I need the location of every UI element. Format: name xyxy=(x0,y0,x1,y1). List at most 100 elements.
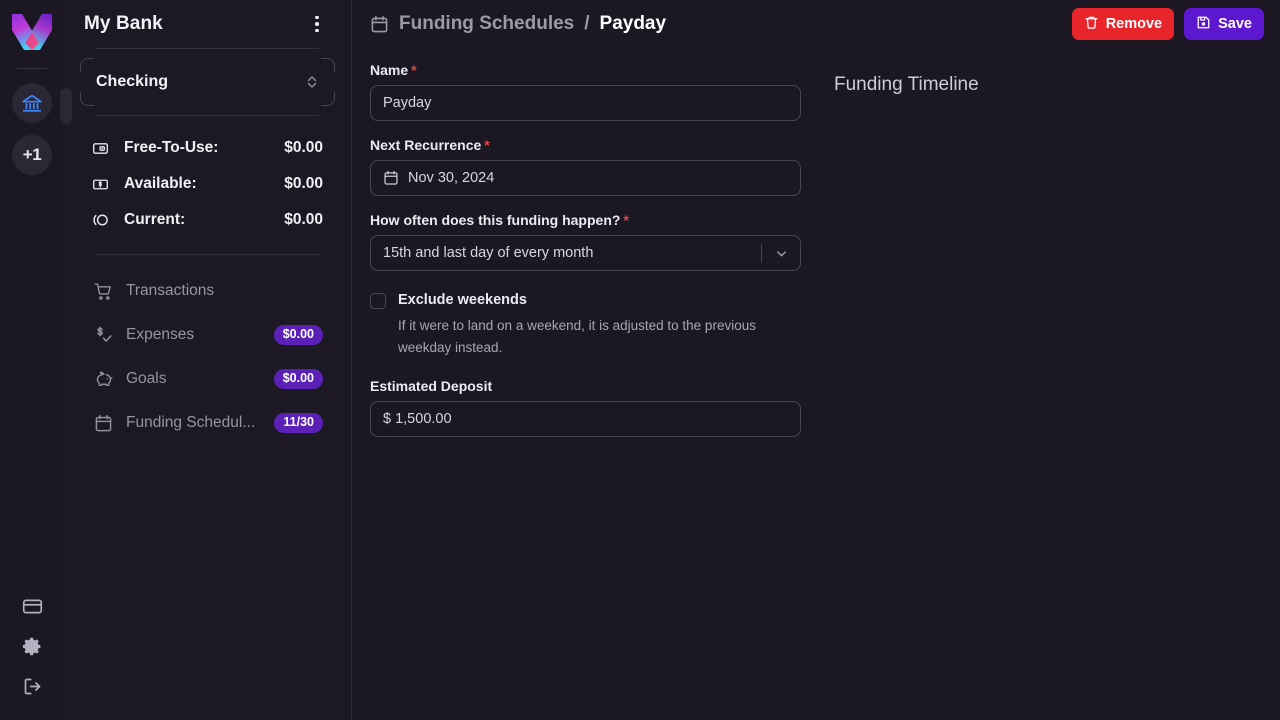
expenses-icon xyxy=(92,326,114,345)
name-input[interactable]: Payday xyxy=(370,85,801,121)
available-icon xyxy=(92,176,114,193)
piggy-bank-icon xyxy=(92,370,114,389)
funding-timeline-panel: Funding Timeline xyxy=(822,62,1280,720)
name-input-value: Payday xyxy=(383,95,432,111)
sidebar-item-badge: $0.00 xyxy=(273,369,323,389)
frequency-select-value: 15th and last day of every month xyxy=(383,245,594,261)
sidebar-item-label: Funding Schedul... xyxy=(126,414,256,431)
next-recurrence-input[interactable]: Nov 30, 2024 xyxy=(370,160,801,196)
chevron-down-icon[interactable] xyxy=(762,246,800,261)
next-recurrence-value: Nov 30, 2024 xyxy=(408,170,495,186)
sidebar-divider-top xyxy=(96,48,319,49)
frequency-label-text: How often does this funding happen? xyxy=(370,212,621,228)
balance-label: Available: xyxy=(124,175,197,192)
field-estimated-deposit: Estimated Deposit $ 1,500.00 xyxy=(370,378,804,437)
gear-icon xyxy=(22,637,40,655)
estimated-deposit-value: $ 1,500.00 xyxy=(383,410,452,427)
credit-card-button[interactable] xyxy=(12,586,52,626)
breadcrumb-calendar-icon xyxy=(370,15,389,34)
balance-label: Current: xyxy=(124,211,186,228)
credit-card-icon xyxy=(22,599,42,613)
settings-button[interactable] xyxy=(12,626,52,666)
account-sidebar: My Bank Checking Free-To-Use: $0.00 Avai… xyxy=(64,0,352,720)
icon-rail: +1 xyxy=(0,0,72,720)
breadcrumb-parent-link[interactable]: Funding Schedules xyxy=(399,13,574,35)
balance-label: Free-To-Use: xyxy=(124,139,219,156)
required-asterisk: * xyxy=(484,137,490,153)
shopping-cart-icon xyxy=(92,282,114,301)
app-logo-icon xyxy=(12,14,52,50)
exclude-weekends-row: Exclude weekends If it were to land on a… xyxy=(370,291,804,360)
balance-row-available: Available: $0.00 xyxy=(92,166,323,202)
field-name: Name * Payday xyxy=(370,62,804,121)
rail-divider xyxy=(17,68,47,69)
kebab-dot xyxy=(315,22,319,26)
current-icon xyxy=(92,211,114,229)
calendar-icon xyxy=(92,414,114,433)
breadcrumb: Funding Schedules / Payday xyxy=(370,13,666,35)
funding-timeline-title: Funding Timeline xyxy=(834,74,979,95)
sidebar-item-label: Goals xyxy=(126,370,167,387)
corner-bracket xyxy=(80,92,94,106)
sidebar-item-badge: 11/30 xyxy=(274,413,323,433)
sidebar-item-label: Expenses xyxy=(126,326,195,343)
funding-schedule-form: Name * Payday Next Recurrence * Nov 30, … xyxy=(352,62,822,720)
exclude-weekends-description: If it were to land on a weekend, it is a… xyxy=(398,317,756,356)
save-disk-icon xyxy=(1196,15,1211,34)
required-asterisk: * xyxy=(411,62,417,78)
required-asterisk: * xyxy=(623,212,629,228)
account-selector[interactable]: Checking xyxy=(80,58,335,106)
top-bar-actions: Remove Save xyxy=(1071,8,1264,40)
bank-icon xyxy=(22,94,42,112)
kebab-dot xyxy=(315,15,319,20)
corner-bracket xyxy=(321,58,335,72)
sidebar-item-badge: $0.00 xyxy=(273,325,323,345)
page-title: Payday xyxy=(599,13,667,34)
app-root: +1 My Bank Checking Free-To-Use: $0.00 A… xyxy=(0,0,1280,720)
kebab-menu-icon[interactable] xyxy=(303,10,331,38)
name-label: Name * xyxy=(370,62,804,78)
balance-amount: $0.00 xyxy=(284,139,323,156)
account-selector-value: Checking xyxy=(96,73,169,90)
logout-icon xyxy=(24,678,40,694)
logout-button[interactable] xyxy=(12,666,52,706)
trash-icon xyxy=(1084,15,1099,34)
field-next-recurrence: Next Recurrence * Nov 30, 2024 xyxy=(370,137,804,196)
next-recurrence-label: Next Recurrence * xyxy=(370,137,804,153)
rail-account-bank[interactable] xyxy=(12,83,52,123)
active-account-indicator xyxy=(60,88,72,124)
rail-add-account[interactable]: +1 xyxy=(12,135,52,175)
balance-list: Free-To-Use: $0.00 Available: $0.00 Curr… xyxy=(80,116,335,246)
rail-bottom-group xyxy=(12,586,52,720)
sidebar-item-label: Transactions xyxy=(126,282,215,299)
balance-row-free-to-use: Free-To-Use: $0.00 xyxy=(92,130,323,166)
sidebar-item-goals[interactable]: Goals $0.00 xyxy=(80,357,335,401)
calendar-icon xyxy=(383,170,399,186)
frequency-label: How often does this funding happen? * xyxy=(370,212,804,228)
corner-bracket xyxy=(80,58,94,72)
sidebar-item-funding-schedules[interactable]: Funding Schedul... 11/30 xyxy=(80,401,335,445)
sidebar-title: My Bank xyxy=(84,13,163,34)
balance-amount: $0.00 xyxy=(284,175,323,192)
sidebar-header: My Bank xyxy=(80,0,335,48)
save-button[interactable]: Save xyxy=(1184,8,1264,40)
chevron-up-down-icon xyxy=(305,74,319,90)
exclude-weekends-checkbox[interactable] xyxy=(370,293,386,309)
sidebar-item-expenses[interactable]: Expenses $0.00 xyxy=(80,313,335,357)
sidebar-item-transactions[interactable]: Transactions xyxy=(80,269,335,313)
save-button-label: Save xyxy=(1218,16,1252,32)
main-content: Funding Schedules / Payday Remove Save N… xyxy=(352,0,1280,720)
rail-add-account-label: +1 xyxy=(22,145,42,164)
exclude-weekends-title: Exclude weekends xyxy=(398,292,527,308)
frequency-select[interactable]: 15th and last day of every month xyxy=(370,235,801,271)
name-label-text: Name xyxy=(370,62,409,78)
top-bar: Funding Schedules / Payday Remove Save xyxy=(352,0,1280,48)
estimated-deposit-input[interactable]: $ 1,500.00 xyxy=(370,400,801,437)
app-logo[interactable] xyxy=(12,12,52,52)
field-frequency: How often does this funding happen? * 15t… xyxy=(370,212,804,271)
balance-row-current: Current: $0.00 xyxy=(92,202,323,238)
remove-button[interactable]: Remove xyxy=(1071,8,1175,40)
content-area: Name * Payday Next Recurrence * Nov 30, … xyxy=(352,48,1280,720)
sidebar-nav: Transactions Expenses $0.00 Goals $0.00 … xyxy=(80,255,335,445)
exclude-weekends-body: Exclude weekends If it were to land on a… xyxy=(398,291,804,360)
